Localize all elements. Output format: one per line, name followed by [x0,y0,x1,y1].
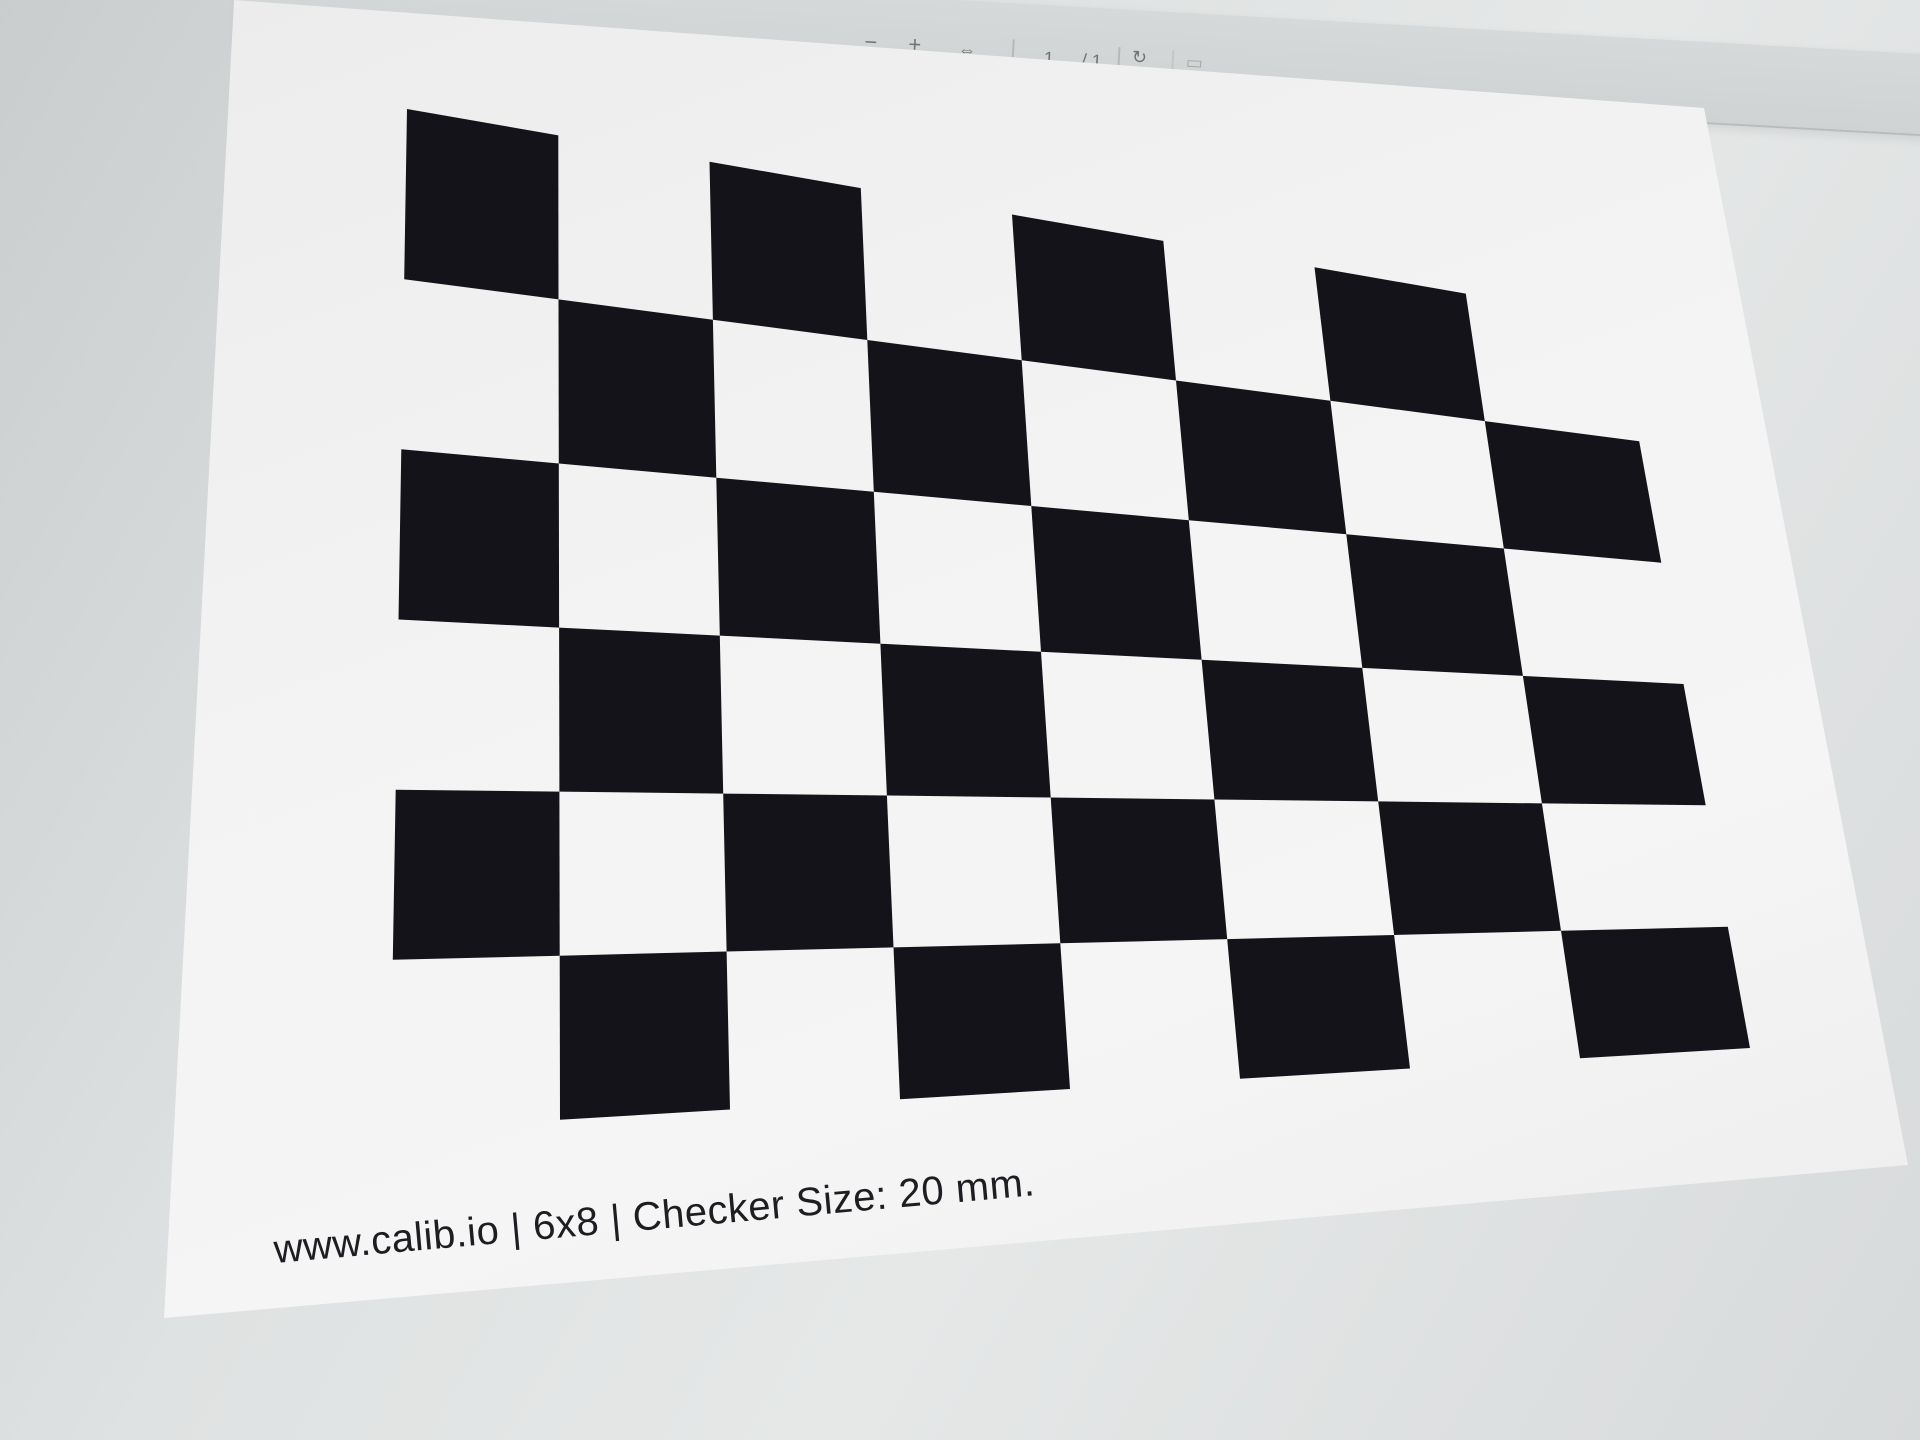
checker-square [1561,926,1750,1059]
checker-square [558,299,717,478]
checker-square [398,449,560,628]
checker-square [1484,421,1662,563]
checker-square [392,789,560,960]
checker-square [867,340,1032,506]
checker-square [404,109,559,300]
checker-square [559,951,730,1120]
checker-square [880,643,1051,798]
checker-square [1012,214,1176,381]
checker-square [1227,935,1410,1079]
checkerboard [392,109,1750,1120]
checker-square [1378,801,1561,935]
checker-square [723,793,894,952]
checker-square [893,943,1070,1100]
checker-square [716,477,881,644]
checker-square [709,161,868,340]
checker-square [1201,659,1379,802]
checker-square [1522,675,1706,806]
document-viewer: − + ⇔ 1 / 1 ↻ ▭ www.calib.io | 6x8 | Che… [0,0,1920,1440]
checker-square [1314,267,1485,422]
checker-square [1031,506,1202,660]
checker-square [1346,534,1523,676]
checker-square [1050,797,1228,944]
checker-square [559,627,724,794]
checker-square [1176,380,1347,535]
